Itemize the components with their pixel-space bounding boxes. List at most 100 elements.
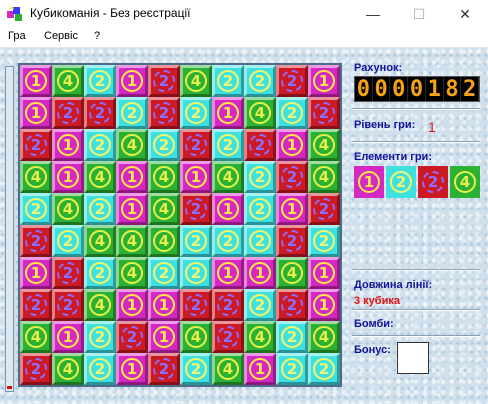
cube-red-2[interactable]: 2 <box>52 289 84 321</box>
cube-green-4[interactable]: 4 <box>212 353 244 385</box>
cube-magenta-1[interactable]: 1 <box>20 257 52 289</box>
cube-red-2[interactable]: 2 <box>52 257 84 289</box>
cube-green-4[interactable]: 4 <box>52 193 84 225</box>
cube-magenta-1[interactable]: 1 <box>212 257 244 289</box>
cube-green-4[interactable]: 4 <box>180 321 212 353</box>
cube-cyan-2[interactable]: 2 <box>212 65 244 97</box>
cube-red-2[interactable]: 2 <box>276 161 308 193</box>
cube-green-4[interactable]: 4 <box>308 129 340 161</box>
cube-cyan-2[interactable]: 2 <box>244 161 276 193</box>
cube-cyan-2[interactable]: 2 <box>180 353 212 385</box>
cube-green-4[interactable]: 4 <box>148 193 180 225</box>
cube-red-2[interactable]: 2 <box>276 289 308 321</box>
cube-red-2[interactable]: 2 <box>308 97 340 129</box>
cube-magenta-1[interactable]: 1 <box>116 65 148 97</box>
cube-magenta-1[interactable]: 1 <box>212 193 244 225</box>
cube-red-2[interactable]: 2 <box>84 97 116 129</box>
cube-magenta-1[interactable]: 1 <box>116 353 148 385</box>
cube-cyan-2[interactable]: 2 <box>244 225 276 257</box>
cube-magenta-1[interactable]: 1 <box>308 257 340 289</box>
cube-cyan-2[interactable]: 2 <box>180 257 212 289</box>
cube-magenta-1[interactable]: 1 <box>52 321 84 353</box>
cube-magenta-1[interactable]: 1 <box>180 161 212 193</box>
cube-magenta-1[interactable]: 1 <box>52 129 84 161</box>
cube-cyan-2[interactable]: 2 <box>84 65 116 97</box>
cube-green-4[interactable]: 4 <box>116 225 148 257</box>
cube-cyan-2[interactable]: 2 <box>180 97 212 129</box>
cube-cyan-2[interactable]: 2 <box>52 225 84 257</box>
cube-cyan-2[interactable]: 2 <box>244 65 276 97</box>
cube-green-4[interactable]: 4 <box>276 257 308 289</box>
cube-red-2[interactable]: 2 <box>148 65 180 97</box>
cube-cyan-2[interactable]: 2 <box>148 129 180 161</box>
cube-magenta-1[interactable]: 1 <box>116 289 148 321</box>
cube-red-2[interactable]: 2 <box>20 289 52 321</box>
cube-red-2[interactable]: 2 <box>212 289 244 321</box>
cube-green-4[interactable]: 4 <box>308 321 340 353</box>
cube-cyan-2[interactable]: 2 <box>212 225 244 257</box>
cube-cyan-2[interactable]: 2 <box>212 129 244 161</box>
cube-magenta-1[interactable]: 1 <box>308 65 340 97</box>
cube-magenta-1[interactable]: 1 <box>308 289 340 321</box>
cube-red-2[interactable]: 2 <box>180 289 212 321</box>
cube-red-2[interactable]: 2 <box>212 321 244 353</box>
minimize-button[interactable]: — <box>350 0 396 28</box>
cube-cyan-2[interactable]: 2 <box>84 129 116 161</box>
cube-magenta-1[interactable]: 1 <box>148 289 180 321</box>
cube-red-2[interactable]: 2 <box>116 321 148 353</box>
cube-red-2[interactable]: 2 <box>276 65 308 97</box>
cube-red-2[interactable]: 2 <box>20 129 52 161</box>
cube-red-2[interactable]: 2 <box>20 353 52 385</box>
cube-cyan-2[interactable]: 2 <box>84 257 116 289</box>
cube-green-4[interactable]: 4 <box>148 225 180 257</box>
cube-green-4[interactable]: 4 <box>180 65 212 97</box>
cube-magenta-1[interactable]: 1 <box>276 193 308 225</box>
cube-red-2[interactable]: 2 <box>180 129 212 161</box>
cube-cyan-2[interactable]: 2 <box>20 193 52 225</box>
menu-help[interactable]: ? <box>94 30 100 42</box>
cube-cyan-2[interactable]: 2 <box>116 97 148 129</box>
close-button[interactable]: ✕ <box>442 0 488 28</box>
cube-magenta-1[interactable]: 1 <box>52 161 84 193</box>
maximize-button[interactable]: ☐ <box>396 0 442 28</box>
cube-red-2[interactable]: 2 <box>244 129 276 161</box>
cube-green-4[interactable]: 4 <box>84 289 116 321</box>
cube-red-2[interactable]: 2 <box>148 97 180 129</box>
cube-cyan-2[interactable]: 2 <box>276 97 308 129</box>
cube-green-4[interactable]: 4 <box>84 225 116 257</box>
cube-cyan-2[interactable]: 2 <box>276 353 308 385</box>
menu-service[interactable]: Сервіс <box>44 30 78 42</box>
cube-cyan-2[interactable]: 2 <box>84 321 116 353</box>
cube-green-4[interactable]: 4 <box>116 257 148 289</box>
cube-magenta-1[interactable]: 1 <box>212 97 244 129</box>
cube-cyan-2[interactable]: 2 <box>84 193 116 225</box>
cube-green-4[interactable]: 4 <box>52 353 84 385</box>
cube-green-4[interactable]: 4 <box>212 161 244 193</box>
cube-cyan-2[interactable]: 2 <box>276 321 308 353</box>
cube-green-4[interactable]: 4 <box>244 97 276 129</box>
cube-cyan-2[interactable]: 2 <box>148 257 180 289</box>
cube-cyan-2[interactable]: 2 <box>244 289 276 321</box>
cube-green-4[interactable]: 4 <box>84 161 116 193</box>
cube-magenta-1[interactable]: 1 <box>148 321 180 353</box>
cube-cyan-2[interactable]: 2 <box>308 225 340 257</box>
cube-magenta-1[interactable]: 1 <box>20 97 52 129</box>
cube-red-2[interactable]: 2 <box>20 225 52 257</box>
cube-magenta-1[interactable]: 1 <box>116 161 148 193</box>
cube-magenta-1[interactable]: 1 <box>276 129 308 161</box>
cube-magenta-1[interactable]: 1 <box>244 257 276 289</box>
cube-green-4[interactable]: 4 <box>148 161 180 193</box>
cube-cyan-2[interactable]: 2 <box>244 193 276 225</box>
menu-game[interactable]: Гра <box>8 30 26 42</box>
cube-green-4[interactable]: 4 <box>20 161 52 193</box>
game-board[interactable]: 1421242221122222142221242222144141414224… <box>18 63 342 387</box>
cube-green-4[interactable]: 4 <box>52 65 84 97</box>
cube-green-4[interactable]: 4 <box>116 129 148 161</box>
cube-magenta-1[interactable]: 1 <box>20 65 52 97</box>
cube-green-4[interactable]: 4 <box>244 321 276 353</box>
cube-cyan-2[interactable]: 2 <box>180 225 212 257</box>
cube-red-2[interactable]: 2 <box>52 97 84 129</box>
cube-red-2[interactable]: 2 <box>276 225 308 257</box>
cube-magenta-1[interactable]: 1 <box>244 353 276 385</box>
cube-cyan-2[interactable]: 2 <box>308 353 340 385</box>
